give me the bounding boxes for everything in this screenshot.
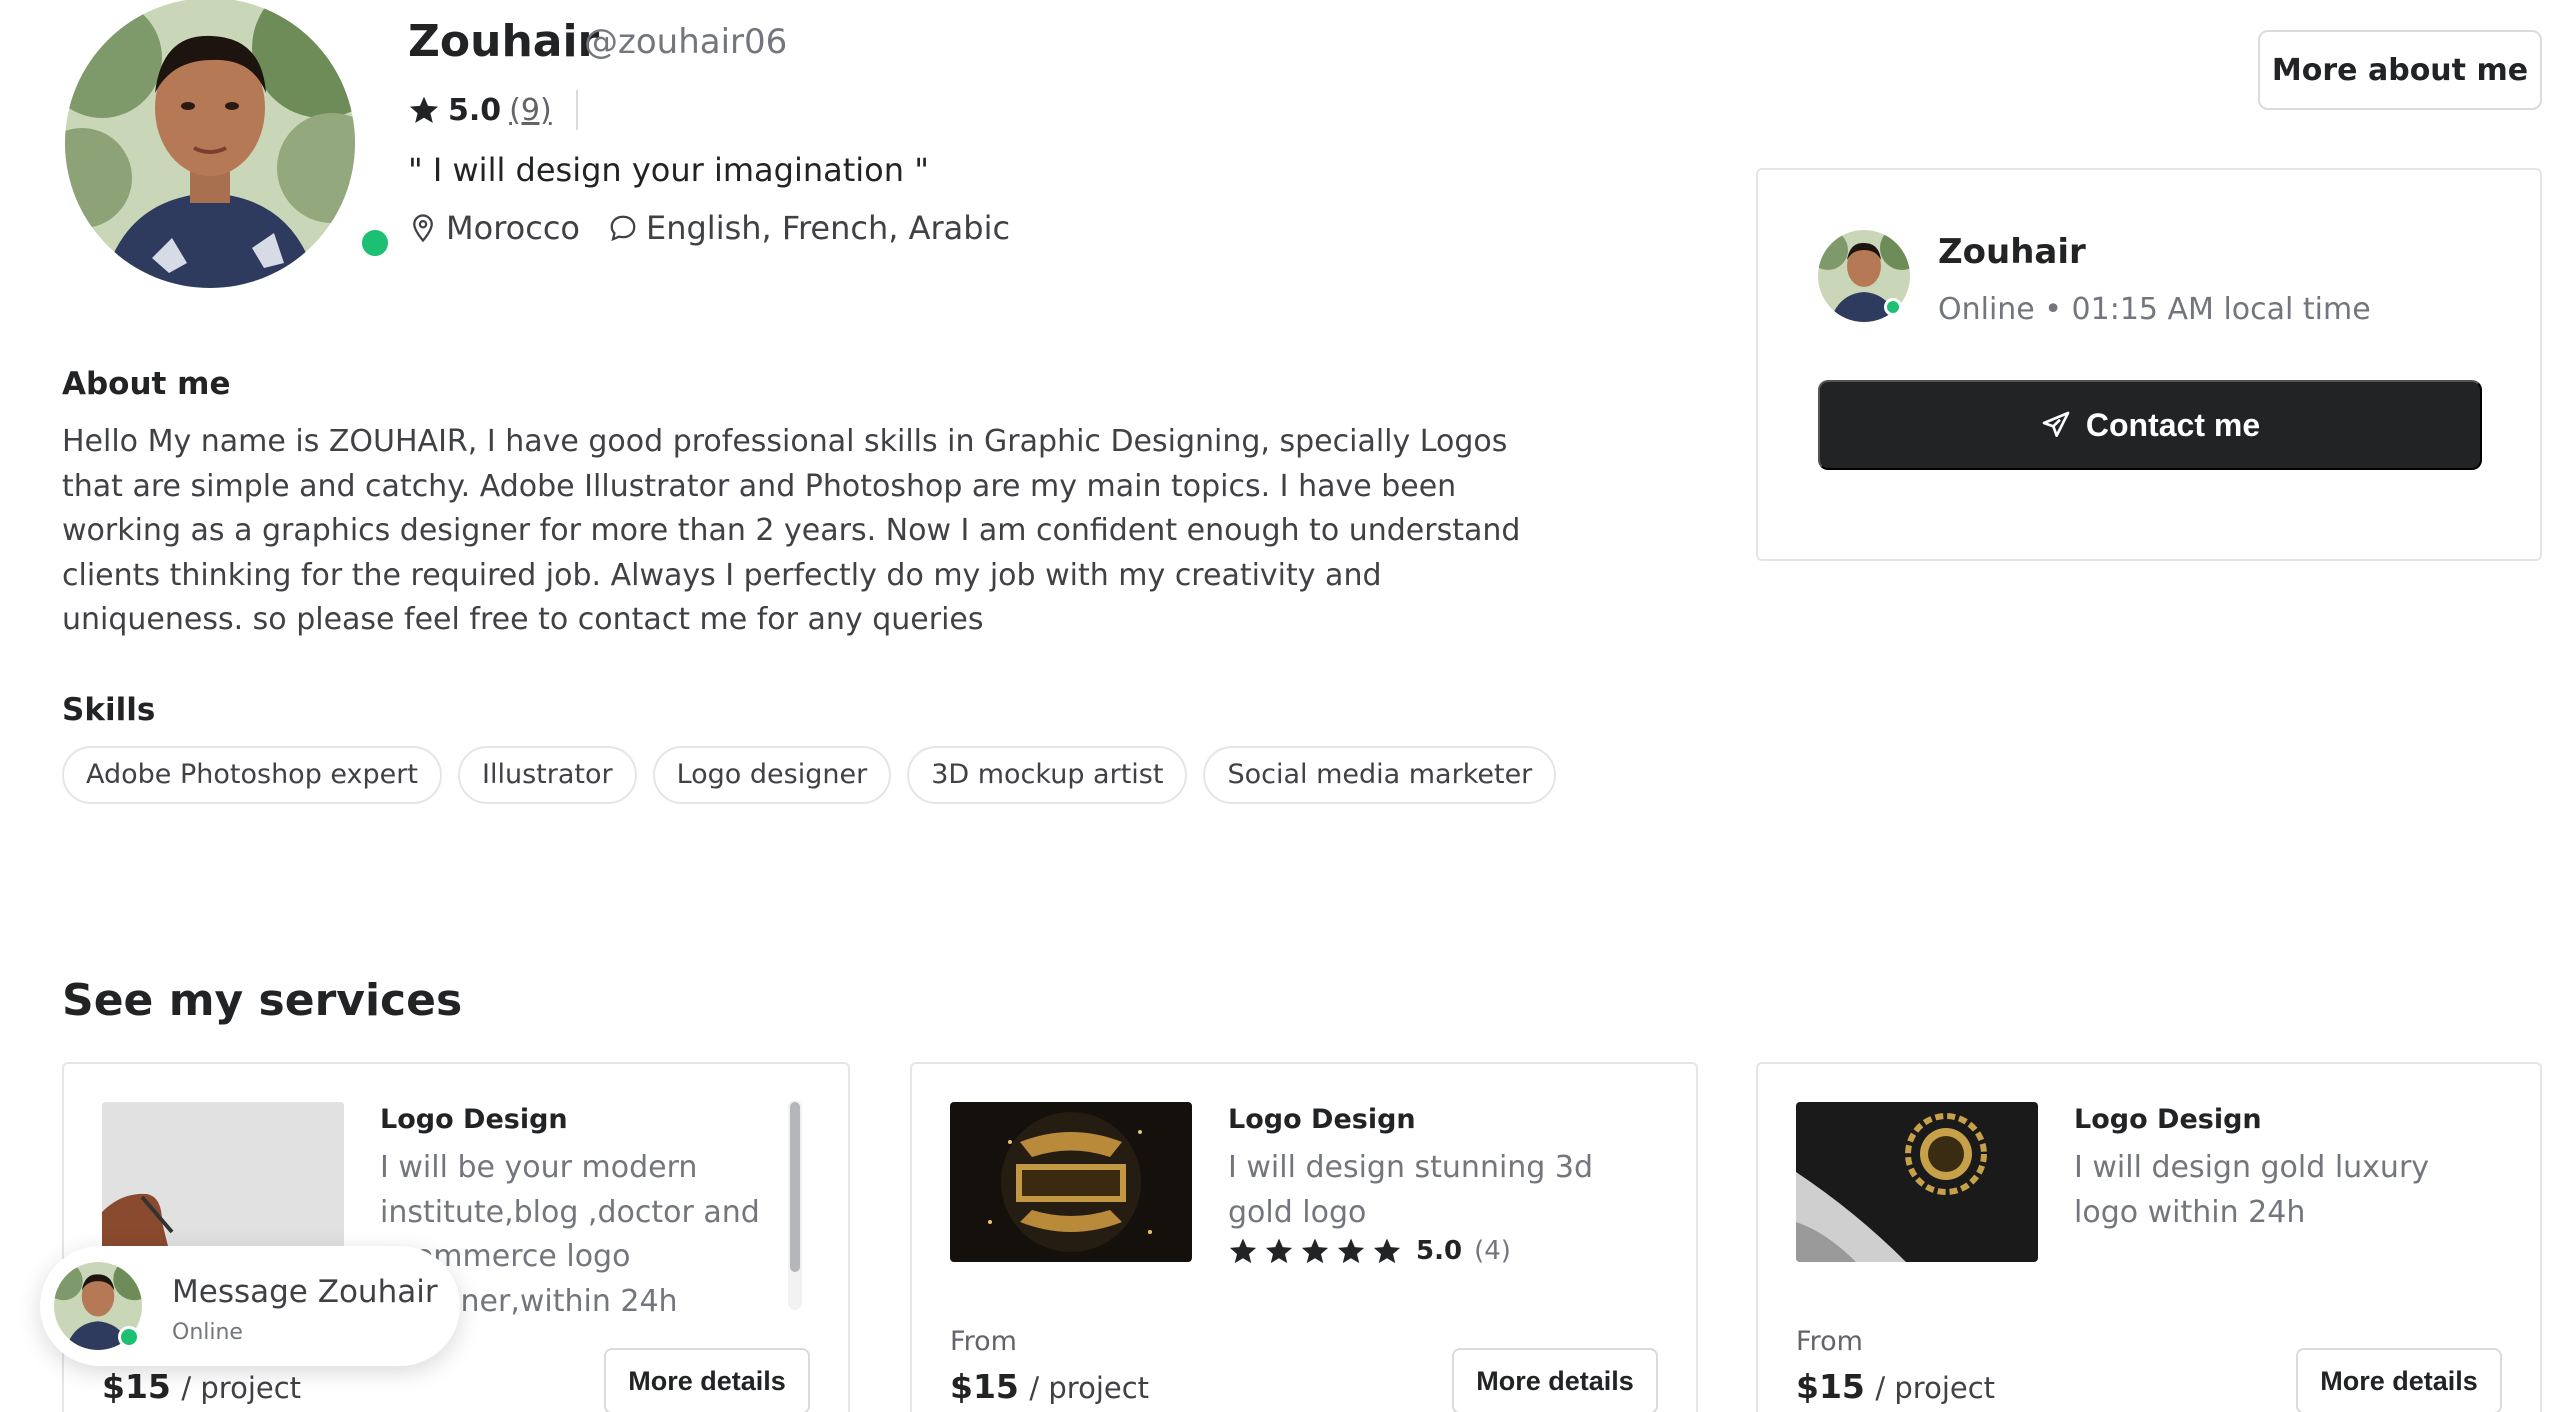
contact-me-button[interactable]: Contact me (1818, 380, 2482, 470)
service-thumbnail[interactable] (102, 1102, 344, 1262)
profile-tagline: " I will design your imagination " (408, 151, 929, 189)
price-value: $15 (1796, 1367, 1865, 1406)
profile-meta: Morocco English, French, Arabic (408, 206, 1038, 250)
location-pin-icon (413, 214, 433, 243)
service-price: $15 / project (950, 1364, 1149, 1411)
skill-chip[interactable]: Adobe Photoshop expert (62, 746, 442, 804)
rating-count-link[interactable]: (9) (509, 93, 552, 128)
price-unit: / project (181, 1371, 302, 1405)
location: Morocco (408, 209, 580, 247)
service-price: $15 / project (102, 1364, 301, 1411)
skill-chip[interactable]: Logo designer (652, 746, 892, 804)
about-heading: About me (62, 366, 231, 402)
skill-chip[interactable]: Illustrator (457, 746, 637, 804)
online-status-dot (118, 1326, 140, 1348)
location-text: Morocco (446, 209, 580, 247)
divider (575, 90, 578, 130)
star-icon (1373, 1238, 1401, 1264)
service-rating: 5.0 (4) (1228, 1236, 1511, 1266)
skills-heading: Skills (62, 692, 156, 728)
service-title[interactable]: I will design stunning 3d gold logo (1228, 1146, 1648, 1235)
more-about-me-button[interactable]: More about me (2258, 30, 2542, 110)
send-icon (2042, 411, 2070, 437)
rating-score: 5.0 (448, 92, 502, 128)
skills-list: Adobe Photoshop expert Illustrator Logo … (62, 746, 1557, 804)
services-heading: See my services (62, 975, 463, 1026)
more-details-button[interactable]: More details (604, 1348, 810, 1412)
languages: English, French, Arabic (608, 209, 1010, 247)
service-rating-count: (4) (1474, 1236, 1511, 1266)
service-card[interactable]: Logo Design I will design stunning 3d go… (910, 1062, 1698, 1412)
service-category: Logo Design (1228, 1104, 1416, 1135)
scrollbar-thumb[interactable] (790, 1102, 800, 1272)
online-status-dot (1884, 298, 1902, 316)
service-image (950, 1102, 1192, 1262)
service-image (102, 1102, 344, 1262)
service-price: $15 / project (1796, 1364, 1995, 1411)
star-icon (1337, 1238, 1365, 1264)
profile-name: Zouhair (408, 16, 600, 67)
service-image (1796, 1102, 2038, 1262)
online-status-dot (358, 226, 392, 260)
service-category: Logo Design (380, 1104, 568, 1135)
contact-avatar (1818, 230, 1910, 322)
service-rating-score: 5.0 (1416, 1236, 1463, 1266)
star-icon (1265, 1238, 1293, 1264)
about-description: Hello My name is ZOUHAIR, I have good pr… (62, 424, 1521, 637)
star-icon (1301, 1238, 1329, 1264)
price-value: $15 (102, 1367, 171, 1406)
skill-chip[interactable]: 3D mockup artist (907, 746, 1188, 804)
star-icon (1229, 1238, 1257, 1264)
service-thumbnail[interactable] (950, 1102, 1192, 1262)
service-card[interactable]: Logo Design I will design gold luxury lo… (1756, 1062, 2542, 1412)
price-from-label: From (1796, 1326, 1863, 1357)
price-unit: / project (1875, 1371, 1996, 1405)
more-details-button[interactable]: More details (1452, 1348, 1658, 1412)
price-unit: / project (1029, 1371, 1150, 1405)
skill-chip[interactable]: Social media marketer (1203, 746, 1557, 804)
price-from-label: From (950, 1326, 1017, 1357)
price-value: $15 (950, 1367, 1019, 1406)
profile-rating: 5.0 (9) (408, 86, 578, 134)
message-bubble[interactable]: Message Zouhair Online (40, 1246, 460, 1366)
chat-bubble-icon (610, 215, 636, 242)
scrollbar[interactable] (788, 1100, 802, 1310)
service-title[interactable]: I will design gold luxury logo within 24… (2074, 1146, 2494, 1235)
message-avatar (54, 1262, 142, 1350)
contact-status: Online • 01:15 AM local time (1938, 292, 2371, 327)
profile-handle: @zouhair06 (584, 22, 788, 62)
contact-me-label: Contact me (2085, 406, 2261, 443)
profile-photo (65, 0, 355, 288)
languages-text: English, French, Arabic (645, 209, 1011, 247)
contact-name: Zouhair (1938, 232, 2086, 272)
message-status: Online (172, 1320, 243, 1345)
message-title: Message Zouhair (172, 1274, 438, 1310)
service-thumbnail[interactable] (1796, 1102, 2038, 1262)
profile-avatar (62, 0, 392, 288)
more-details-button[interactable]: More details (2296, 1348, 2502, 1412)
service-category: Logo Design (2074, 1104, 2262, 1135)
contact-card: Zouhair Online • 01:15 AM local time Con… (1756, 168, 2542, 561)
star-icon (410, 96, 438, 123)
